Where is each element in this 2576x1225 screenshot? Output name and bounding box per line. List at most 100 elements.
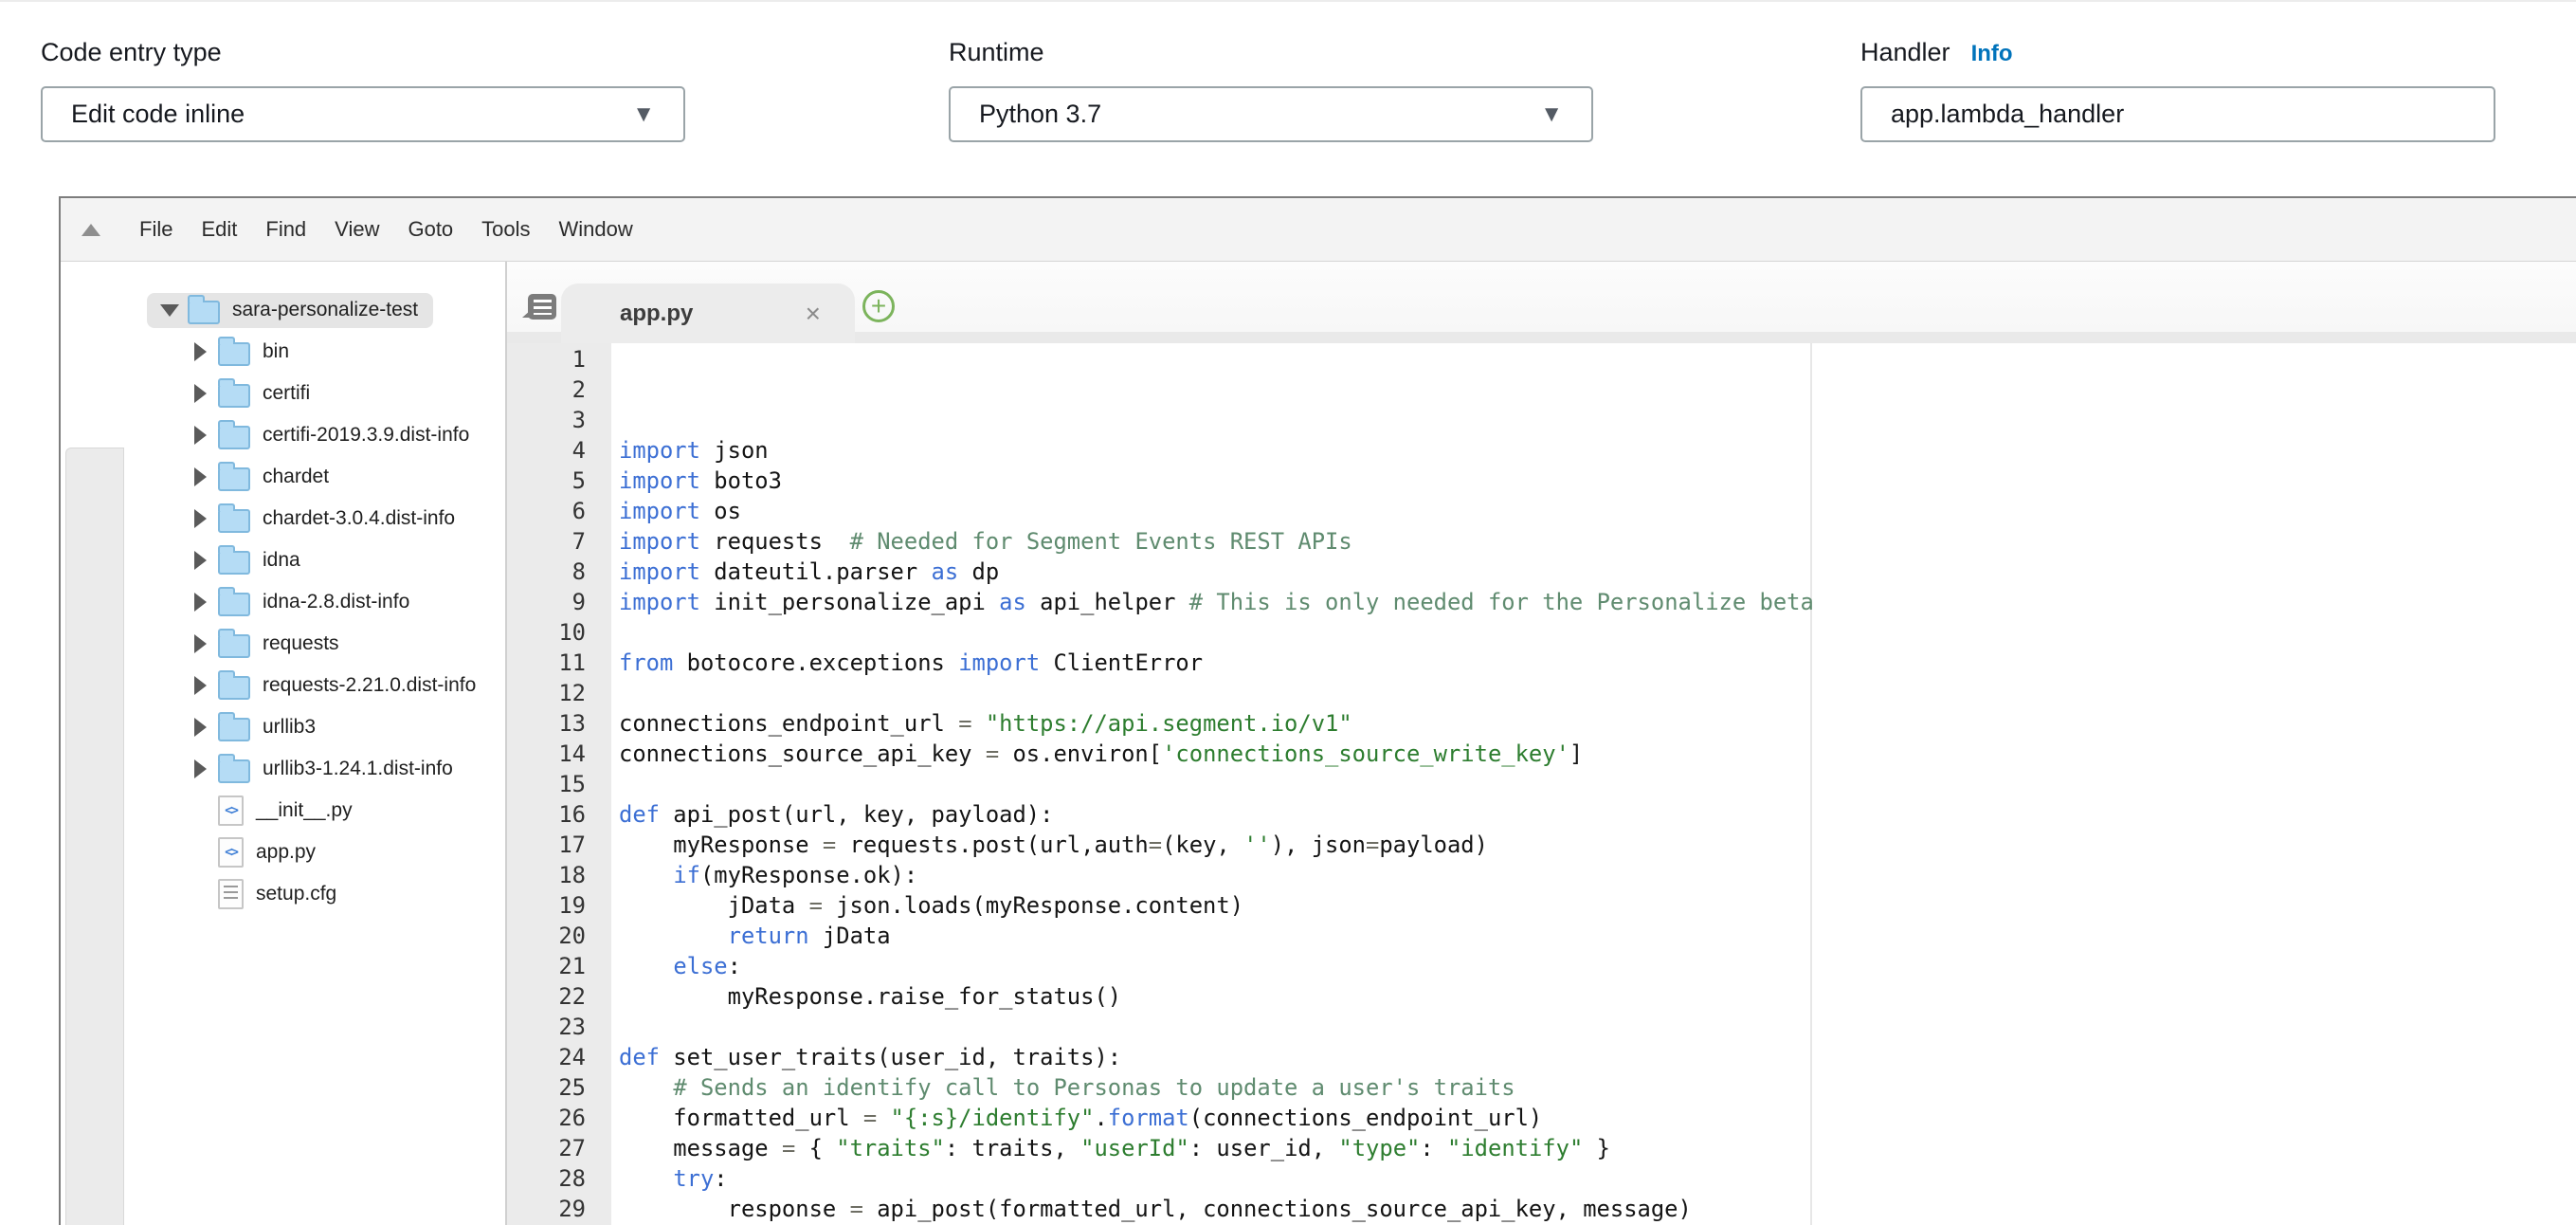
close-tab-icon[interactable]: × [806, 301, 821, 327]
folder-icon [188, 301, 220, 324]
line-number: 9 [507, 587, 586, 617]
tree-item-bin[interactable]: bin [123, 331, 505, 373]
tab-app-py[interactable]: app.py × [561, 283, 855, 343]
line-number: 13 [507, 708, 586, 739]
menu-item-view[interactable]: View [320, 217, 393, 242]
tree-item-label: setup.cfg [256, 883, 336, 905]
tree-item-label: urllib3 [263, 716, 316, 739]
line-number: 15 [507, 769, 586, 799]
line-number: 10 [507, 617, 586, 648]
line-number: 25 [507, 1072, 586, 1103]
tree-item-certifi[interactable]: certifi [123, 373, 505, 414]
config-file-icon [218, 879, 244, 909]
code-line-4: import requests # Needed for Segment Eve… [619, 526, 2576, 557]
tree-item-label: idna [263, 549, 300, 572]
menu-item-window[interactable]: Window [545, 217, 647, 242]
collapse-menubar-icon[interactable] [82, 224, 100, 236]
code-line-5: import dateutil.parser as dp [619, 557, 2576, 587]
code-entry-type-label: Code entry type [41, 38, 222, 67]
tree-item-idna-2.8.dist-info[interactable]: idna-2.8.dist-info [123, 581, 505, 623]
code-line-21: def set_user_traits(user_id, traits): [619, 1042, 2576, 1072]
menu-item-find[interactable]: Find [251, 217, 320, 242]
runtime-field: Runtime Python 3.7 ▼ [949, 38, 1593, 142]
tree-item-requests-2.21.0.dist-info[interactable]: requests-2.21.0.dist-info [123, 665, 505, 706]
tree-item-label: certifi-2019.3.9.dist-info [263, 424, 469, 447]
code-line-10: connections_endpoint_url = "https://api.… [619, 708, 2576, 739]
tree-item-certifi-2019.3.9.dist-info[interactable]: certifi-2019.3.9.dist-info [123, 414, 505, 456]
tab-label: app.py [620, 301, 693, 327]
tree-item-label: bin [263, 340, 289, 363]
chevron-collapsed-icon[interactable] [190, 342, 209, 361]
handler-info-link[interactable]: Info [1971, 41, 2013, 67]
editor-menubar: FileEditFindViewGotoToolsWindow [61, 198, 2576, 262]
tree-item-chardet-3.0.4.dist-info[interactable]: chardet-3.0.4.dist-info [123, 498, 505, 539]
code-line-19: myResponse.raise_for_status() [619, 981, 2576, 1012]
tree-item-label: certifi [263, 382, 310, 405]
line-number: 16 [507, 799, 586, 830]
tree-item-app.py[interactable]: app.py [123, 832, 505, 873]
tree-item-requests[interactable]: requests [123, 623, 505, 665]
tree-item-urllib3-1.24.1.dist-info[interactable]: urllib3-1.24.1.dist-info [123, 748, 505, 790]
line-number: 11 [507, 648, 586, 678]
line-number: 28 [507, 1163, 586, 1194]
chevron-collapsed-icon[interactable] [190, 634, 209, 653]
chevron-collapsed-icon[interactable] [190, 426, 209, 445]
code-line-23: formatted_url = "{:s}/identify".format(c… [619, 1103, 2576, 1133]
new-tab-button[interactable]: + [862, 290, 895, 322]
code-line-9 [619, 678, 2576, 708]
chevron-collapsed-icon[interactable] [190, 718, 209, 737]
tree-item-label: chardet-3.0.4.dist-info [263, 507, 455, 530]
folder-icon [218, 634, 250, 658]
line-number: 6 [507, 496, 586, 526]
python-file-icon [218, 795, 244, 826]
code-line-7 [619, 617, 2576, 648]
chevron-collapsed-icon[interactable] [190, 593, 209, 612]
editor-body: Environment sara-personalize-test bin cert… [61, 262, 2576, 1225]
chevron-collapsed-icon[interactable] [190, 759, 209, 778]
tab-list-icon[interactable] [528, 294, 556, 320]
folder-icon [218, 467, 250, 491]
chevron-collapsed-icon[interactable] [190, 551, 209, 570]
tree-item-label: sara-personalize-test [232, 299, 418, 321]
menu-item-edit[interactable]: Edit [187, 217, 251, 242]
code-editor-text[interactable]: import jsonimport boto3import osimport r… [611, 343, 2576, 1225]
line-number: 27 [507, 1133, 586, 1163]
handler-input[interactable] [1860, 86, 2495, 142]
runtime-select[interactable]: Python 3.7 ▼ [949, 86, 1593, 142]
runtime-value: Python 3.7 [979, 100, 1101, 129]
menu-item-file[interactable]: File [125, 217, 187, 242]
code-entry-type-value: Edit code inline [71, 100, 245, 129]
code-line-15: if(myResponse.ok): [619, 860, 2576, 890]
code-line-6: import init_personalize_api as api_helpe… [619, 587, 2576, 617]
line-number: 7 [507, 526, 586, 557]
code-line-22: # Sends an identify call to Personas to … [619, 1072, 2576, 1103]
tree-item-__init__.py[interactable]: __init__.py [123, 790, 505, 832]
code-line-3: import os [619, 496, 2576, 526]
tree-item-label: requests [263, 632, 339, 655]
code-entry-type-select[interactable]: Edit code inline ▼ [41, 86, 685, 142]
chevron-collapsed-icon[interactable] [190, 676, 209, 695]
line-number: 4 [507, 435, 586, 466]
tree-item-urllib3[interactable]: urllib3 [123, 706, 505, 748]
tree-item-setup.cfg[interactable]: setup.cfg [123, 873, 505, 915]
tree-item-idna[interactable]: idna [123, 539, 505, 581]
line-number-gutter: 1234567891011121314151617181920212223242… [507, 343, 611, 1225]
tree-item-sara-personalize-test[interactable]: sara-personalize-test [123, 289, 505, 331]
handler-field: Handler Info [1860, 38, 2495, 142]
sidebar-tab-strip: Environment [61, 262, 123, 1225]
chevron-down-icon: ▼ [632, 101, 655, 128]
file-tree: sara-personalize-test bin certifi certifi-2… [123, 262, 507, 1225]
tree-item-chardet[interactable]: chardet [123, 456, 505, 498]
folder-icon [218, 593, 250, 616]
handler-label: Handler [1860, 38, 1950, 67]
menu-item-goto[interactable]: Goto [393, 217, 467, 242]
chevron-collapsed-icon[interactable] [190, 384, 209, 403]
folder-icon [218, 342, 250, 366]
chevron-collapsed-icon[interactable] [190, 467, 209, 486]
line-number: 8 [507, 557, 586, 587]
tab-bar: app.py × + [507, 262, 2576, 343]
chevron-expanded-icon[interactable] [160, 304, 179, 317]
chevron-collapsed-icon[interactable] [190, 509, 209, 528]
folder-icon [218, 509, 250, 533]
menu-item-tools[interactable]: Tools [467, 217, 544, 242]
